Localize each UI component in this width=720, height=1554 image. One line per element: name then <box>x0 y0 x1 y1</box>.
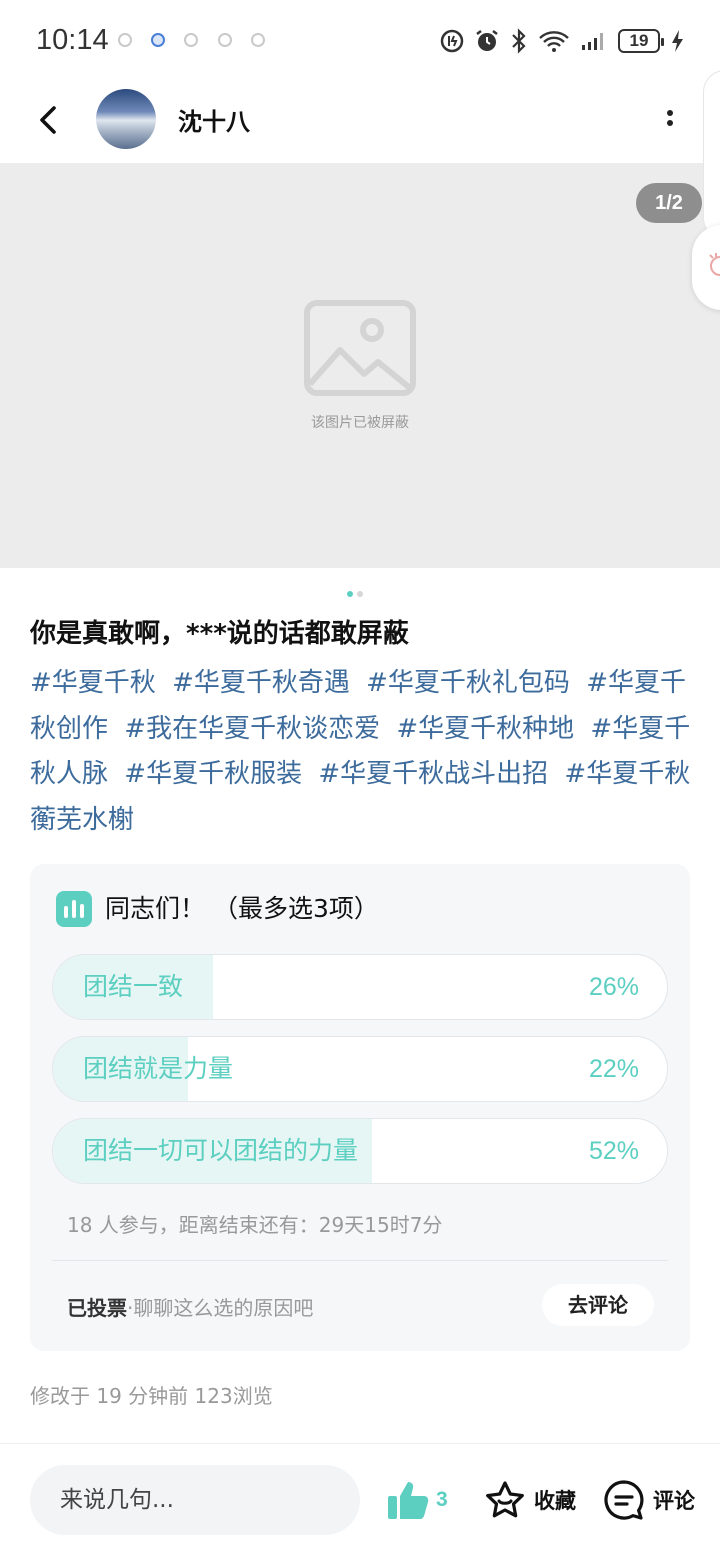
like-button[interactable]: 3 <box>386 1478 448 1522</box>
poll-voted-status: 已投票·聊聊这么选的原因吧 <box>67 1292 313 1321</box>
bottom-action-bar: 来说几句... 3 收藏 评论 <box>0 1443 720 1554</box>
image-blocked-text: 该图片已被屏蔽 <box>311 415 409 431</box>
like-count: 3 <box>436 1488 448 1511</box>
notification-icon <box>118 33 132 47</box>
favorite-button[interactable]: 收藏 <box>484 1478 576 1522</box>
go-comment-button[interactable]: 去评论 <box>542 1284 654 1326</box>
comment-label: 评论 <box>653 1489 695 1513</box>
status-time: 10:14 <box>36 24 109 56</box>
hashtag-link[interactable]: #华夏千秋种地 <box>396 714 574 744</box>
mobile-data-icon <box>440 29 464 53</box>
poll-option-label: 团结一切可以团结的力量 <box>83 1136 359 1165</box>
hashtag-link[interactable]: #华夏千秋服装 <box>124 759 302 789</box>
voted-hint: ·聊聊这么选的原因吧 <box>127 1296 314 1320</box>
hashtag-link[interactable]: #华夏千秋 <box>30 668 156 698</box>
poll-title: 同志们！ （最多选3项） <box>105 894 379 923</box>
carousel-indicator <box>347 591 363 597</box>
notification-icon <box>151 33 165 47</box>
poll-option-label: 团结就是力量 <box>83 1054 234 1083</box>
alarm-icon <box>476 30 498 51</box>
post-title: 你是真敢啊，***说的话都敢屏蔽 <box>30 619 409 649</box>
notification-icon <box>218 33 232 47</box>
post-meta: 修改于 19 分钟前 123浏览 <box>30 1384 273 1408</box>
notification-icon <box>184 33 198 47</box>
poll-option-percent: 26% <box>588 973 639 1001</box>
poll-option[interactable]: 团结一切可以团结的力量 52% <box>52 1118 668 1184</box>
wifi-icon <box>539 31 569 52</box>
comment-input[interactable]: 来说几句... <box>30 1465 360 1535</box>
notification-icon <box>251 33 265 47</box>
hashtag-link[interactable]: #华夏千秋战斗出招 <box>318 759 548 789</box>
post-header: 沈十八 <box>0 80 720 163</box>
hashtag-link[interactable]: #华夏千秋礼包码 <box>366 668 570 698</box>
comment-bubble-icon <box>604 1480 644 1520</box>
signal-icon <box>582 33 603 50</box>
bluetooth-icon <box>512 28 526 54</box>
status-bar: 10:14 19 <box>0 0 720 80</box>
side-panel-tab[interactable] <box>703 70 720 240</box>
comment-button[interactable]: 评论 <box>603 1478 695 1522</box>
battery-indicator: 19 <box>618 29 664 53</box>
voted-label: 已投票 <box>67 1296 127 1320</box>
sparkle-icon <box>709 253 720 276</box>
poll-option-percent: 52% <box>588 1137 639 1165</box>
divider <box>52 1260 668 1261</box>
poll-option-percent: 22% <box>588 1055 639 1083</box>
poll-card: 同志们！ （最多选3项） 团结一致 26% 团结就是力量 22% 团结一切可以团… <box>30 864 690 1351</box>
avatar[interactable] <box>96 89 156 149</box>
back-arrow-icon[interactable] <box>28 100 68 140</box>
poll-option-label: 团结一致 <box>83 972 184 1001</box>
image-placeholder-icon <box>304 300 416 396</box>
star-icon <box>486 1481 524 1518</box>
poll-participation-info: 18 人参与，距离结束还有：29天15时7分 <box>67 1213 443 1237</box>
thumbs-up-icon <box>388 1482 429 1519</box>
poll-option[interactable]: 团结就是力量 22% <box>52 1036 668 1102</box>
poll-option[interactable]: 团结一致 26% <box>52 954 668 1020</box>
more-options-icon[interactable] <box>660 106 680 136</box>
image-counter: 1/2 <box>636 183 702 223</box>
hashtag-link[interactable]: #华夏千秋奇遇 <box>172 668 350 698</box>
hashtag-link[interactable]: #我在华夏千秋谈恋爱 <box>124 714 380 744</box>
favorite-label: 收藏 <box>534 1489 576 1513</box>
post-image-carousel[interactable]: 1/2 该图片已被屏蔽 <box>0 163 720 568</box>
post-tags: #华夏千秋 #华夏千秋奇遇 #华夏千秋礼包码 #华夏千秋创作 #我在华夏千秋谈恋… <box>30 661 695 843</box>
charging-icon <box>672 30 683 52</box>
author-name[interactable]: 沈十八 <box>178 102 250 137</box>
poll-chart-icon <box>56 891 92 927</box>
